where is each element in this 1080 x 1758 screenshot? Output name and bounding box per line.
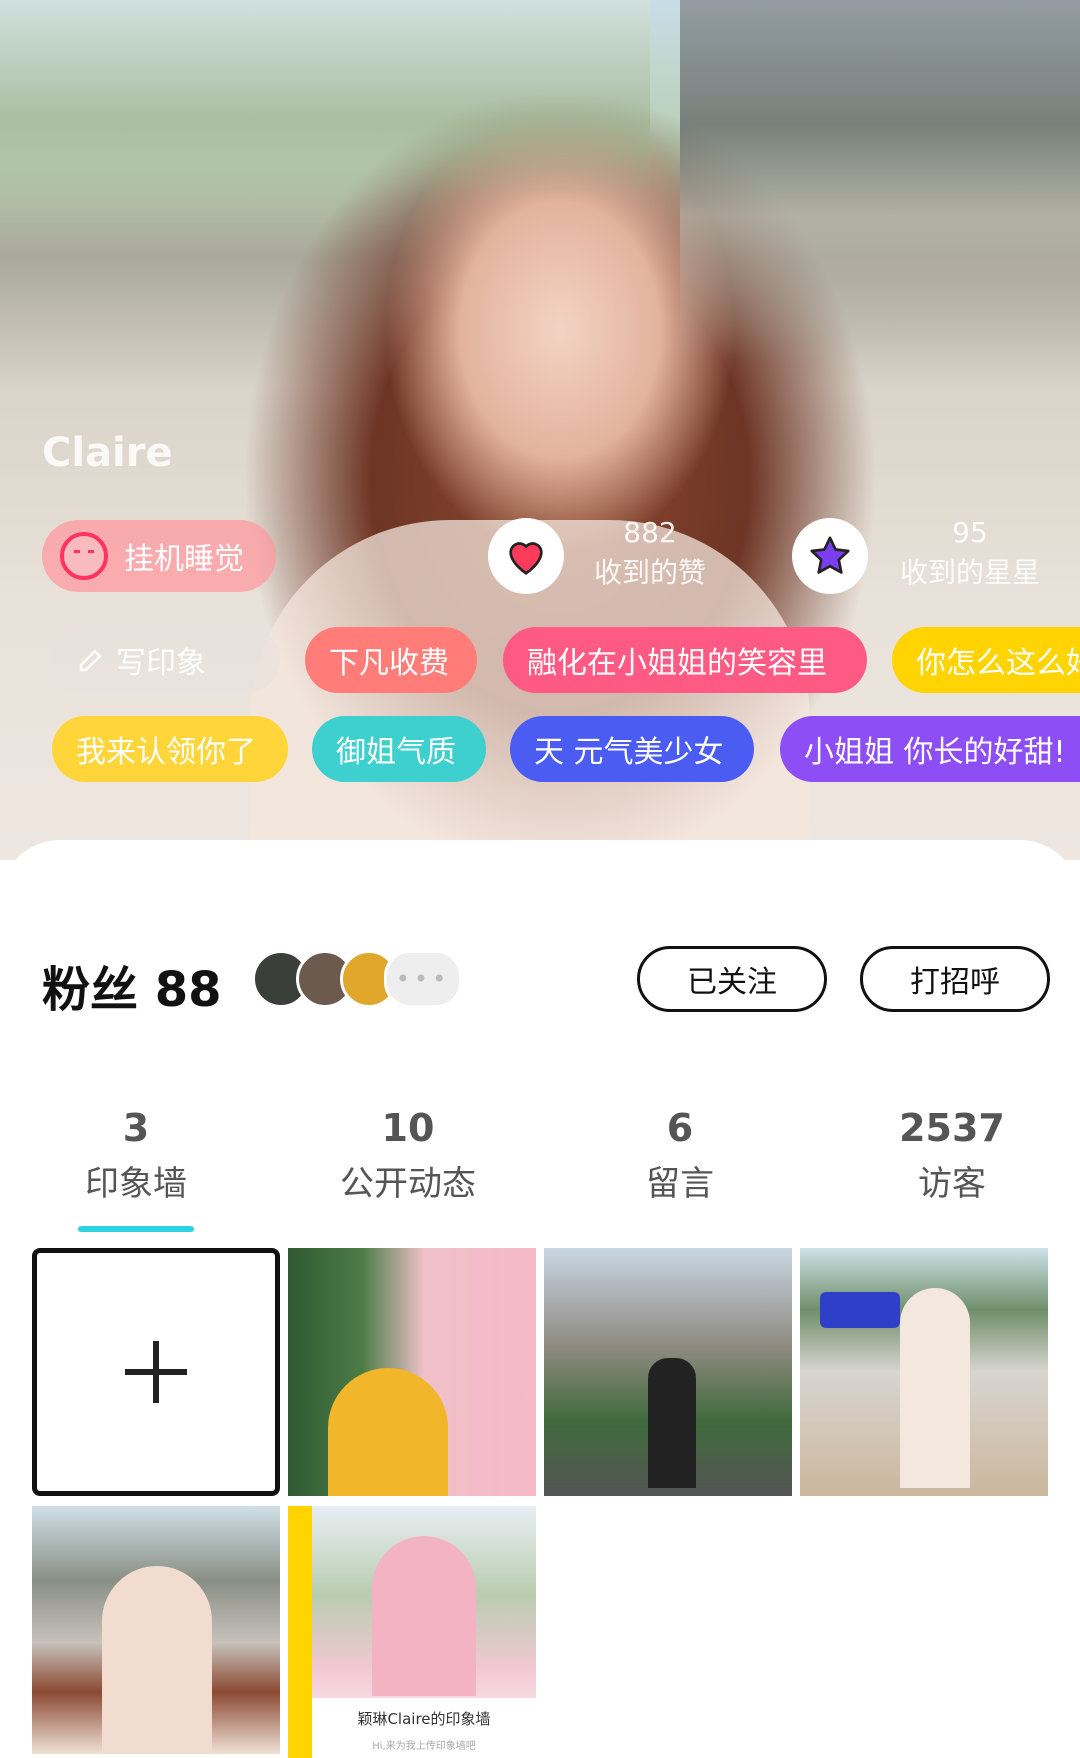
wall-photo[interactable] (288, 1248, 536, 1496)
star-icon (810, 536, 850, 574)
impression-wall-cover[interactable]: 颖琳Claire的印象墙 Hi,来为我上传印象墙吧 (288, 1506, 536, 1758)
photo-subject (102, 1566, 212, 1754)
more-fans-icon: ••• (384, 950, 462, 1008)
wall-photo[interactable] (800, 1248, 1048, 1496)
likes-count: 882 (623, 516, 677, 549)
stars-label: 收到的星星 (899, 556, 1040, 589)
stars-badge[interactable] (792, 518, 868, 594)
greet-button[interactable]: 打招呼 (860, 946, 1050, 1012)
cover-photo-background-building (680, 0, 1080, 360)
tab-impression-wall[interactable]: 3 印象墙 (36, 1106, 236, 1205)
likes-badge[interactable] (488, 518, 564, 594)
add-photo-button[interactable] (32, 1248, 280, 1496)
write-impression-label: 写印象 (116, 646, 206, 681)
impression-tag-label: 御姐气质 (336, 735, 456, 770)
photo-car (820, 1292, 900, 1328)
heart-icon (509, 542, 543, 575)
tab-count: 10 (381, 1106, 435, 1150)
pencil-icon (79, 649, 102, 672)
tab-label: 留言 (646, 1164, 714, 1204)
sleep-face-icon (60, 532, 108, 580)
cover-photo-background-trees (0, 0, 650, 200)
wall-cover-photo: 颖琳Claire的印象墙 Hi,来为我上传印象墙吧 (312, 1506, 536, 1758)
tab-count: 2537 (899, 1106, 1005, 1150)
photo-subject (328, 1368, 448, 1496)
impression-tag-label: 我来认领你了 (76, 735, 256, 770)
likes-label: 收到的赞 (593, 556, 706, 589)
impression-tag[interactable]: 我来认领你了 (52, 716, 288, 782)
tab-visitors[interactable]: 2537 访客 (852, 1106, 1052, 1205)
impression-tag[interactable]: 天 元气美少女 (510, 716, 754, 782)
plus-icon (125, 1341, 187, 1403)
tab-count: 3 (122, 1106, 150, 1150)
status-label: 挂机睡觉 (124, 542, 244, 577)
fans-count[interactable]: 粉丝 88 (42, 950, 222, 1020)
write-impression-button[interactable]: 写印象 (52, 627, 280, 693)
impression-tag-label: 你怎么这么好 (916, 646, 1080, 681)
wall-caption: 颖琳Claire的印象墙 Hi,来为我上传印象墙吧 (312, 1698, 536, 1758)
photo-subject (900, 1288, 970, 1488)
tab-count: 6 (666, 1106, 694, 1150)
stars-count: 95 (952, 516, 988, 549)
impression-tag[interactable]: 融化在小姐姐的笑容里 (503, 627, 867, 693)
fans-avatars[interactable]: ••• (252, 950, 462, 1008)
impression-tag-label: 小姐姐 你长的好甜! (804, 735, 1066, 770)
tab-label: 印象墙 (85, 1164, 187, 1204)
impression-tag[interactable]: 下凡收费 (305, 627, 477, 693)
wall-photo[interactable] (544, 1248, 792, 1496)
tab-messages[interactable]: 6 留言 (580, 1106, 780, 1205)
tab-label: 访客 (918, 1164, 986, 1204)
active-tab-indicator (78, 1226, 194, 1232)
wall-caption-subtitle: Hi,来为我上传印象墙吧 (372, 1741, 476, 1752)
likes-stat: 882 收到的赞 (580, 516, 720, 591)
impression-tag[interactable]: 你怎么这么好 (892, 627, 1080, 693)
stars-stat: 95 收到的星星 (890, 516, 1050, 591)
tab-label: 公开动态 (340, 1164, 476, 1204)
impression-tag-label: 天 元气美少女 (534, 735, 724, 770)
impression-tag[interactable]: 小姐姐 你长的好甜! (780, 716, 1080, 782)
impression-tag[interactable]: 御姐气质 (312, 716, 486, 782)
wall-photo[interactable] (32, 1506, 280, 1754)
photo-subject (648, 1358, 696, 1488)
impression-tag-label: 融化在小姐姐的笑容里 (527, 646, 827, 681)
tab-public-posts[interactable]: 10 公开动态 (308, 1106, 508, 1205)
following-button[interactable]: 已关注 (637, 946, 827, 1012)
status-button[interactable]: 挂机睡觉 (42, 520, 276, 592)
profile-name: Claire (42, 430, 173, 476)
impression-tag-label: 下凡收费 (329, 646, 449, 681)
wall-caption-title: 颖琳Claire的印象墙 (357, 1710, 491, 1728)
photo-subject (372, 1536, 476, 1696)
